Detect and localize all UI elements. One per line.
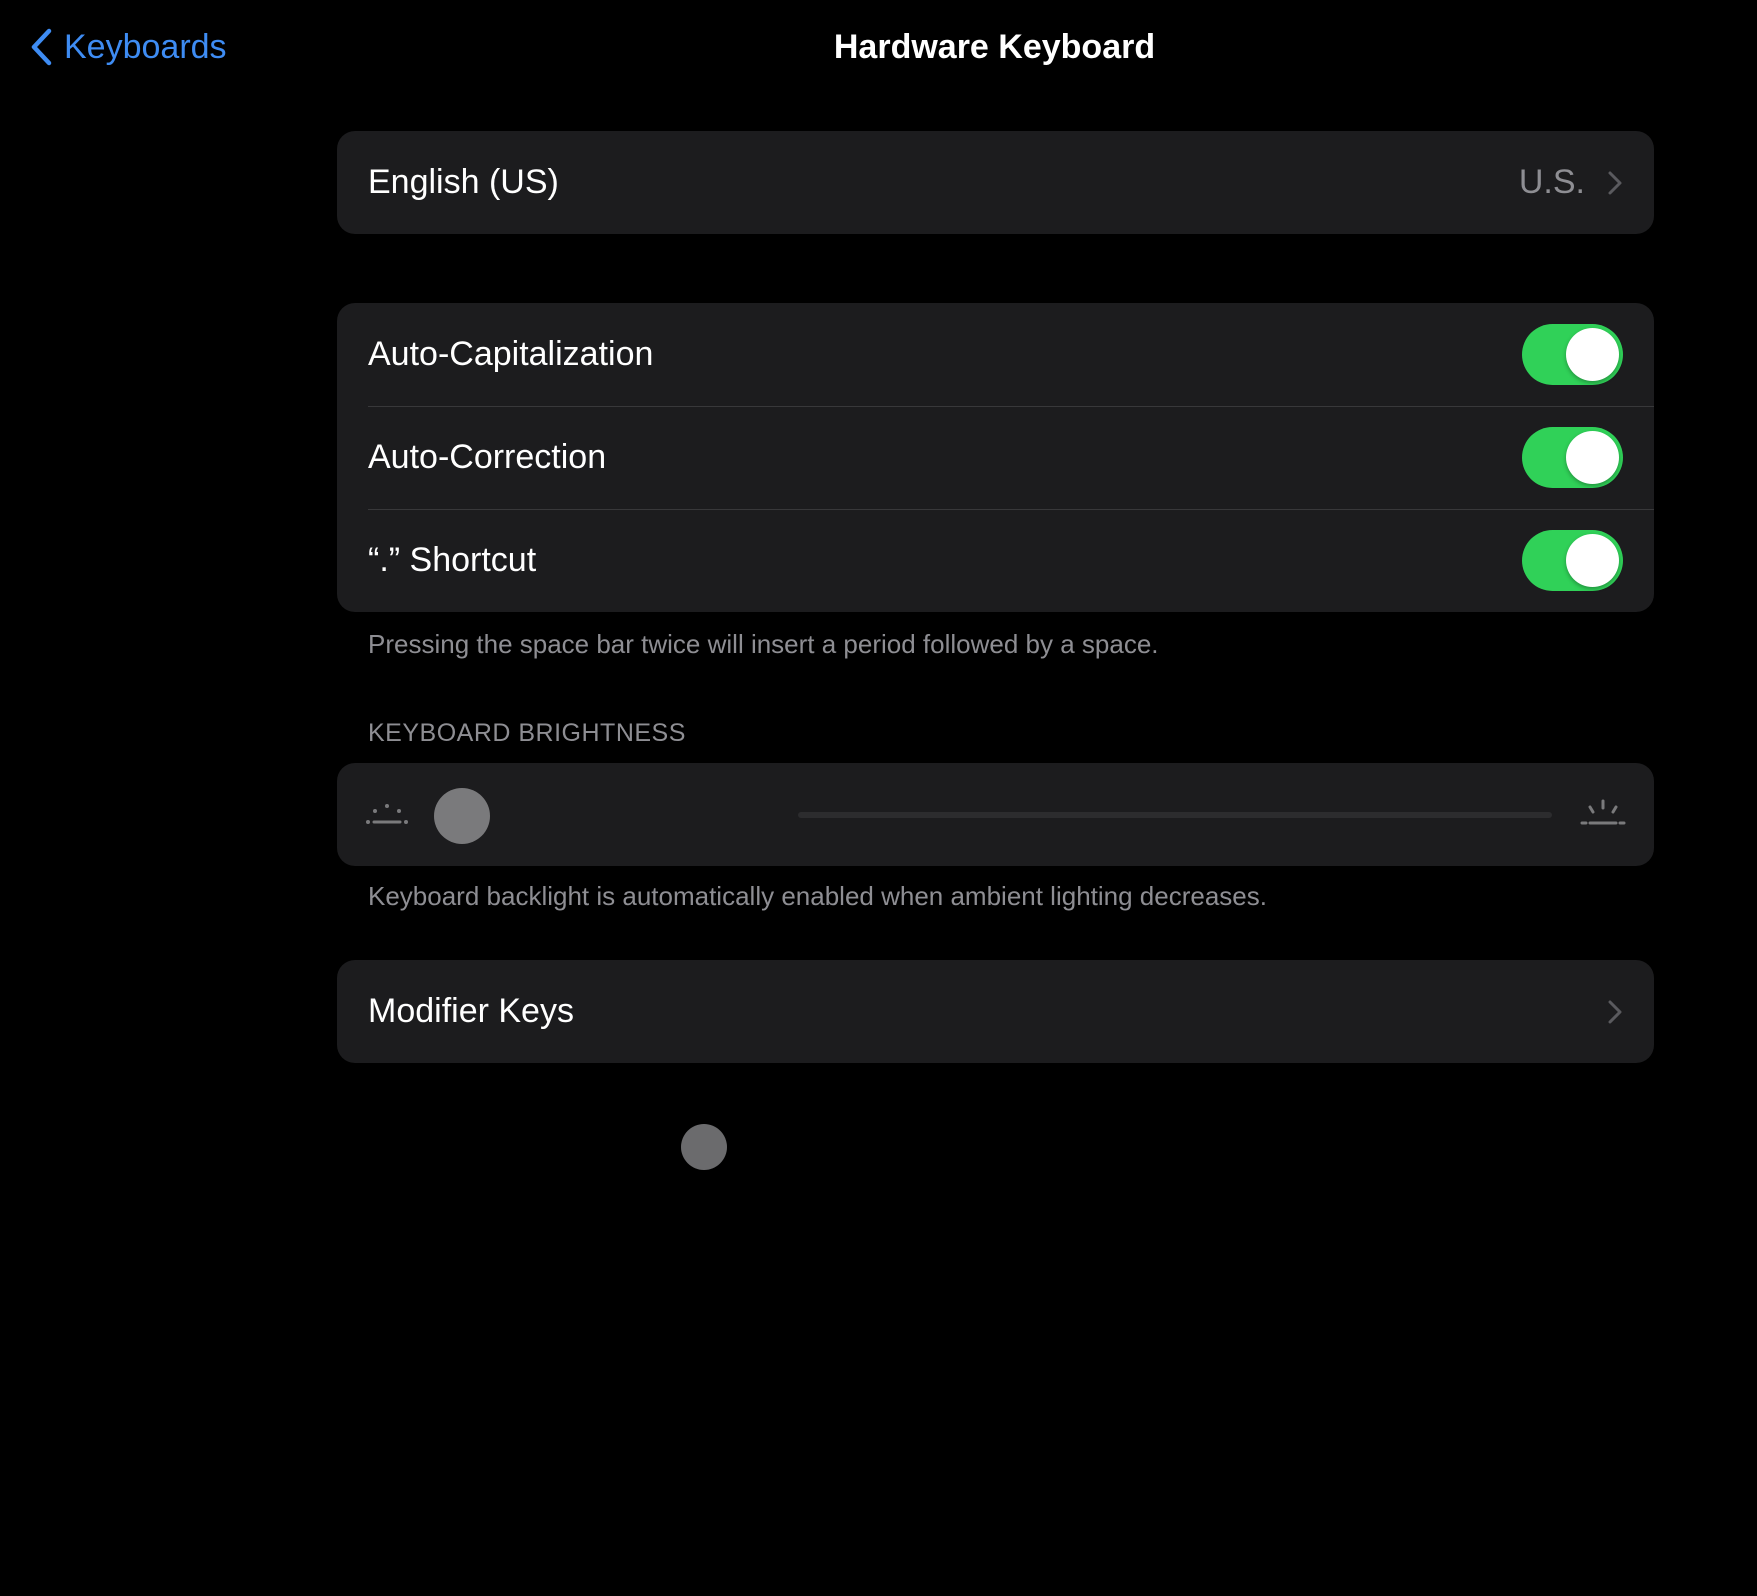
shortcut-footer: Pressing the space bar twice will insert… bbox=[368, 629, 1159, 659]
brightness-high-icon bbox=[1580, 798, 1626, 837]
page-title: Hardware Keyboard bbox=[833, 28, 1156, 66]
auto-capitalization-label: Auto-Capitalization bbox=[368, 335, 654, 373]
modifier-keys-row[interactable]: Modifier Keys bbox=[337, 960, 1654, 1063]
period-shortcut-label: “.” Shortcut bbox=[368, 541, 537, 579]
auto-correction-toggle[interactable] bbox=[1522, 427, 1623, 488]
period-shortcut-toggle[interactable] bbox=[1522, 530, 1623, 591]
period-shortcut-row: “.” Shortcut bbox=[337, 509, 1654, 612]
auto-correction-label: Auto-Correction bbox=[368, 438, 607, 476]
auto-correction-row: Auto-Correction bbox=[337, 406, 1654, 509]
brightness-low-icon bbox=[365, 798, 409, 837]
chevron-right-icon bbox=[1607, 170, 1623, 196]
toggle-knob bbox=[1566, 328, 1619, 381]
toggle-knob bbox=[1566, 431, 1619, 484]
brightness-slider-thumb[interactable] bbox=[434, 788, 490, 844]
modifier-keys-card: Modifier Keys bbox=[337, 960, 1654, 1063]
brightness-section-header: KEYBOARD BRIGHTNESS bbox=[368, 719, 686, 747]
auto-capitalization-row: Auto-Capitalization bbox=[337, 303, 1654, 406]
brightness-slider-row bbox=[337, 763, 1654, 866]
touch-indicator bbox=[681, 1124, 727, 1170]
brightness-slider-track[interactable] bbox=[798, 812, 1552, 818]
brightness-footer: Keyboard backlight is automatically enab… bbox=[368, 881, 1267, 911]
auto-capitalization-toggle[interactable] bbox=[1522, 324, 1623, 385]
modifier-keys-label: Modifier Keys bbox=[368, 992, 574, 1030]
toggle-knob bbox=[1566, 534, 1619, 587]
language-label: English (US) bbox=[368, 163, 559, 201]
language-value: U.S. bbox=[1518, 163, 1585, 201]
chevron-right-icon bbox=[1607, 999, 1623, 1025]
typing-options-card: Auto-Capitalization Auto-Correction “.” … bbox=[337, 303, 1654, 612]
language-row[interactable]: English (US) U.S. bbox=[337, 131, 1654, 234]
brightness-card bbox=[337, 763, 1654, 866]
language-card: English (US) U.S. bbox=[337, 131, 1654, 234]
